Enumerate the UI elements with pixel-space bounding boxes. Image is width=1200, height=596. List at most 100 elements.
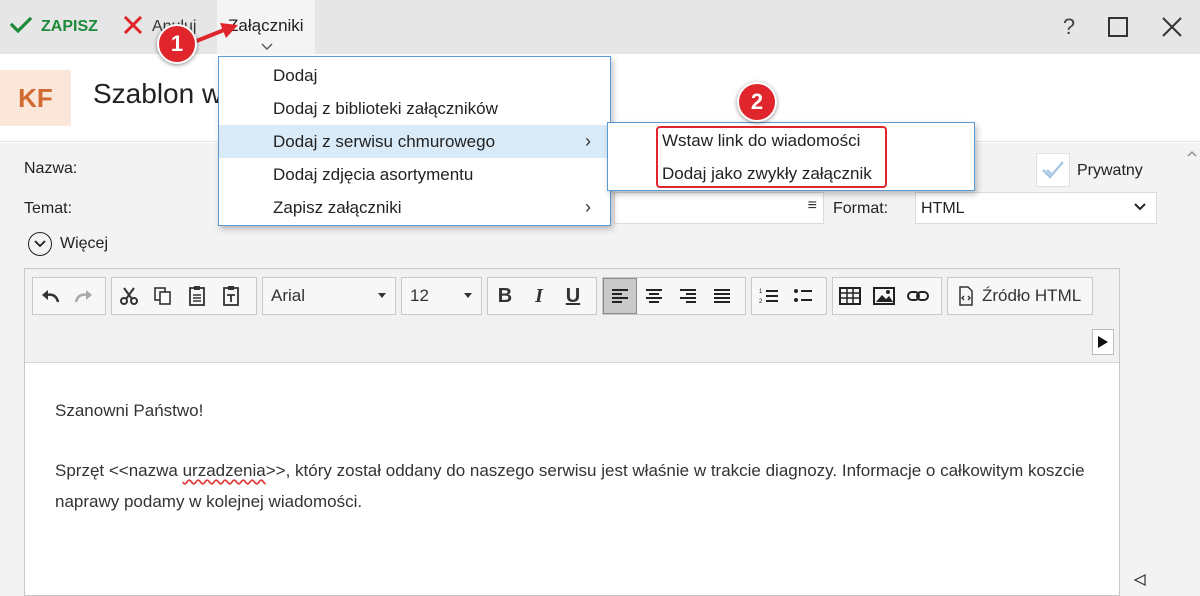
maximize-icon	[1108, 17, 1128, 37]
clipboard-group	[111, 277, 257, 315]
more-label[interactable]: Więcej	[60, 235, 108, 253]
source-code-icon	[959, 286, 973, 306]
copy-icon	[154, 287, 171, 305]
menu-item-label: Dodaj z biblioteki załączników	[273, 98, 498, 118]
menu-item-label: Zapisz załączniki	[273, 197, 402, 217]
help-button[interactable]: ?	[1055, 13, 1083, 41]
redo-button[interactable]	[67, 278, 101, 314]
misspelled-word: urzadzenia	[182, 461, 266, 480]
insert-link-button[interactable]	[901, 278, 935, 314]
editor-content[interactable]: Szanowni Państwo! Sprzęt <<nazwa urzadze…	[55, 395, 1095, 546]
font-family-value: Arial	[271, 286, 306, 305]
numbered-list-icon: 12	[759, 289, 778, 305]
align-center-icon	[646, 289, 662, 303]
format-value: HTML	[921, 200, 965, 217]
body-text-start: Sprzęt <<nazwa	[55, 461, 183, 480]
menu-item-add-from-library[interactable]: Dodaj z biblioteki załączników	[219, 92, 610, 125]
font-size-value: 12	[410, 286, 429, 305]
align-right-button[interactable]	[671, 278, 705, 314]
private-label: Prywatny	[1077, 162, 1143, 179]
italic-button[interactable]: I	[522, 278, 556, 314]
close-icon	[1162, 17, 1182, 37]
svg-text:2: 2	[759, 299, 763, 305]
menu-lines-icon[interactable]: ≡	[808, 197, 817, 215]
help-icon: ?	[1062, 14, 1076, 39]
checkmark-icon	[9, 16, 33, 39]
dropdown-arrow-icon	[378, 293, 386, 298]
bullet-list-button[interactable]	[786, 278, 820, 314]
font-size-select[interactable]: 12	[401, 277, 482, 315]
save-button[interactable]: ZAPISZ	[9, 14, 98, 40]
insert-image-button[interactable]	[867, 278, 901, 314]
scrollbar[interactable]	[1184, 143, 1200, 596]
avatar: KF	[0, 70, 71, 126]
underline-button[interactable]: U	[556, 278, 590, 314]
align-left-icon	[612, 289, 628, 303]
table-icon	[839, 287, 861, 305]
subject-label: Temat:	[24, 200, 73, 217]
scissors-icon	[120, 287, 138, 305]
close-x-icon	[123, 15, 143, 39]
toolbar-expand-button[interactable]	[1092, 329, 1114, 355]
align-right-icon	[680, 289, 696, 303]
align-center-button[interactable]	[637, 278, 671, 314]
play-arrow-icon	[1098, 336, 1108, 348]
attachments-menu: Dodaj Dodaj z biblioteki załączników Dod…	[218, 56, 611, 226]
menu-item-save-attachments[interactable]: Zapisz załączniki ›	[219, 191, 610, 224]
page-title: Szablon w	[93, 78, 223, 109]
body-paragraph: Sprzęt <<nazwa urzadzenia>>, który zosta…	[55, 455, 1095, 517]
editor-toolbar: Arial 12 B I U 1 2 Źródło HTML	[25, 269, 1119, 363]
menu-item-add-product-photos[interactable]: Dodaj zdjęcia asortymentu	[219, 158, 610, 191]
resize-triangle-icon[interactable]	[1133, 573, 1147, 587]
save-label: ZAPISZ	[41, 18, 98, 35]
list-group: 12	[751, 277, 827, 315]
highlight-frame	[656, 126, 887, 188]
html-editor: Arial 12 B I U 1 2 Źródło HTML Szanowni …	[24, 268, 1146, 596]
scroll-up-icon[interactable]	[1187, 151, 1197, 157]
paste-button[interactable]	[180, 278, 214, 314]
insert-table-button[interactable]	[833, 278, 867, 314]
submenu-arrow-icon: ›	[585, 131, 591, 151]
svg-text:1: 1	[759, 289, 763, 295]
numbered-list-button[interactable]: 12	[752, 278, 786, 314]
menu-item-label: Dodaj	[273, 65, 318, 85]
paste-text-icon	[223, 286, 239, 306]
private-checkbox[interactable]	[1036, 153, 1070, 187]
submenu-arrow-icon: ›	[585, 197, 591, 217]
greeting-paragraph: Szanowni Państwo!	[55, 401, 204, 420]
maximize-button[interactable]	[1104, 13, 1132, 41]
format-select[interactable]: HTML	[915, 192, 1157, 224]
justify-button[interactable]	[705, 278, 739, 314]
redo-icon	[74, 290, 92, 303]
close-window-button[interactable]	[1158, 13, 1186, 41]
checkmark-icon	[1042, 161, 1064, 179]
menu-item-label: Dodaj z serwisu chmurowego	[273, 131, 496, 151]
subject-field[interactable]: ≡	[614, 192, 824, 224]
image-icon	[873, 287, 895, 305]
step-badge-2: 2	[737, 82, 777, 122]
source-html-button[interactable]: Źródło HTML	[947, 277, 1093, 315]
bullet-list-icon	[794, 289, 812, 302]
menu-item-add-from-cloud[interactable]: Dodaj z serwisu chmurowego ›	[219, 125, 610, 158]
undo-redo-group	[32, 277, 106, 315]
chevron-down-icon	[1134, 199, 1146, 217]
text-style-group: B I U	[487, 277, 597, 315]
expand-more-icon[interactable]	[28, 232, 52, 256]
format-label: Format:	[833, 200, 889, 217]
paste-text-button[interactable]	[214, 278, 248, 314]
menu-item-label: Dodaj zdjęcia asortymentu	[273, 164, 474, 184]
undo-icon	[42, 290, 60, 303]
bold-button[interactable]: B	[488, 278, 522, 314]
font-family-select[interactable]: Arial	[262, 277, 396, 315]
undo-button[interactable]	[33, 278, 67, 314]
source-html-label: Źródło HTML	[982, 286, 1082, 305]
name-label: Nazwa:	[24, 160, 78, 177]
menu-item-add[interactable]: Dodaj	[219, 59, 610, 92]
copy-button[interactable]	[146, 278, 180, 314]
paste-icon	[189, 286, 205, 306]
dropdown-arrow-icon	[464, 293, 472, 298]
align-left-button[interactable]	[603, 278, 637, 314]
step-badge-1: 1	[157, 24, 197, 64]
cut-button[interactable]	[112, 278, 146, 314]
link-icon	[907, 291, 929, 301]
